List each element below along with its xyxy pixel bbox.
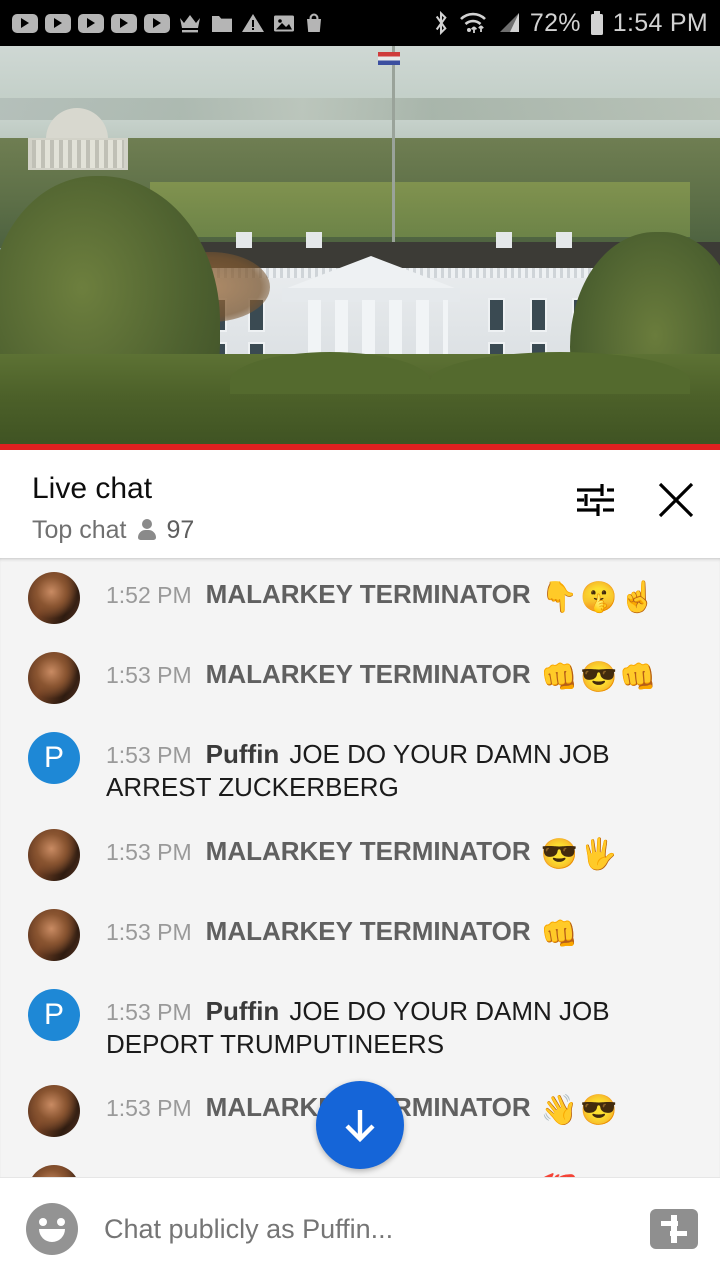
chat-message-row[interactable]: 1:53 PM MALARKEY TERMINATOR 😎🖐️: [0, 815, 720, 895]
youtube-play-icon: [45, 13, 71, 33]
chat-message-row[interactable]: 1:53 PM MALARKEY TERMINATOR 👊: [0, 895, 720, 975]
chat-message-row[interactable]: P 1:53 PM Puffin JOE DO YOUR DAMN JOB ARRES…: [0, 718, 720, 815]
message-timestamp: 1:52 PM: [106, 582, 192, 608]
message-emoji: 👇🤫☝️: [540, 581, 659, 614]
cellular-signal-icon: [499, 13, 519, 32]
message-emoji: 👊😎👊: [540, 661, 659, 694]
message-author[interactable]: Puffin: [206, 739, 280, 769]
chat-message-row[interactable]: P 1:53 PM Puffin JOE DO YOUR DAMN JOB DEPOR…: [0, 975, 720, 1072]
chat-message-row[interactable]: 1:53 PM MALARKEY TERMINATOR 👊😎👊: [0, 638, 720, 718]
chat-subheader: Top chat 97: [32, 516, 570, 545]
battery-icon: [590, 10, 603, 35]
viewer-count-label: 97: [166, 515, 195, 544]
chat-input-bar: [0, 1177, 720, 1280]
video-player[interactable]: [0, 46, 720, 450]
avatar[interactable]: [28, 1165, 80, 1177]
american-flag: [378, 52, 400, 65]
youtube-play-icon: [78, 13, 104, 33]
status-bar: 72% 1:54 PM: [0, 0, 720, 46]
person-icon: [137, 519, 157, 541]
message-timestamp: 1:53 PM: [106, 838, 192, 865]
message-body: 1:53 PM MALARKEY TERMINATOR 👊: [106, 905, 704, 954]
message-timestamp: 1:53 PM: [106, 1095, 192, 1122]
message-emoji: 👊: [540, 917, 581, 951]
message-emoji: 😎🖐️: [540, 837, 620, 871]
message-author[interactable]: MALARKEY TERMINATOR: [206, 659, 531, 689]
image-icon: [274, 15, 294, 31]
scroll-to-bottom-button[interactable]: [316, 1081, 404, 1169]
avatar[interactable]: [28, 572, 80, 624]
message-author[interactable]: MALARKEY TERMINATOR: [206, 836, 531, 866]
message-timestamp: 1:53 PM: [106, 742, 192, 768]
message-timestamp: 1:53 PM: [106, 918, 192, 945]
live-chat-header: Live chat Top chat 97: [0, 450, 720, 558]
chat-header-actions: [570, 476, 700, 524]
avatar[interactable]: [28, 1085, 80, 1138]
emoji-smiley-icon[interactable]: [26, 1203, 78, 1255]
status-bar-clock: 1:54 PM: [612, 8, 708, 37]
status-bar-notification-icons: [12, 12, 325, 34]
shopping-bag-icon: [307, 13, 321, 32]
message-body: 1:53 PMMALARKEY TERMINATOR💯: [106, 1161, 704, 1177]
folder-icon: [212, 15, 232, 32]
message-body: 1:53 PM Puffin JOE DO YOUR DAMN JOB ARREST…: [106, 728, 704, 805]
super-chat-dollar-icon[interactable]: [650, 1209, 698, 1249]
message-timestamp: 1:53 PM: [106, 998, 192, 1025]
flagpole: [392, 46, 395, 256]
wifi-icon: [459, 12, 486, 33]
avatar[interactable]: P: [28, 988, 80, 1041]
message-body: 1:53 PM MALARKEY TERMINATOR 😎🖐️: [106, 825, 704, 874]
status-bar-system-icons: 72% 1:54 PM: [432, 9, 708, 38]
chat-message-row[interactable]: 1:52 PM MALARKEY TERMINATOR 👇🤫☝️: [0, 558, 720, 638]
message-body: 1:53 PM Puffin JOE DO YOUR DAMN JOB DEPORT…: [106, 985, 704, 1062]
app-screen: 72% 1:54 PM Live chat Top chat 97 1:52 P…: [0, 0, 720, 1280]
avatar[interactable]: [28, 652, 80, 704]
close-icon[interactable]: [652, 476, 700, 524]
chat-mode-label[interactable]: Top chat: [32, 516, 127, 545]
message-timestamp: 1:53 PM: [106, 662, 192, 688]
warning-triangle-icon: [242, 14, 264, 32]
avatar-letter: P: [43, 997, 64, 1031]
tune-sliders-icon[interactable]: [570, 476, 618, 524]
south-lawn: [150, 182, 690, 237]
arrow-down-icon: [345, 1110, 375, 1143]
youtube-play-icon: [12, 13, 38, 33]
battery-percent-label: 72%: [529, 8, 581, 37]
chat-header-titles: Live chat Top chat 97: [32, 472, 570, 545]
message-body: 1:52 PM MALARKEY TERMINATOR 👇🤫☝️: [106, 568, 704, 617]
message-body: 1:53 PM MALARKEY TERMINATOR 👊😎👊: [106, 648, 704, 697]
avatar-letter: P: [43, 741, 64, 774]
message-author[interactable]: MALARKEY TERMINATOR: [206, 916, 531, 946]
youtube-play-icon: [111, 13, 137, 33]
bluetooth-icon: [435, 10, 447, 36]
avatar[interactable]: [28, 828, 80, 881]
message-author[interactable]: MALARKEY TERMINATOR: [206, 579, 531, 609]
youtube-play-icon: [144, 13, 170, 33]
chat-input-field[interactable]: [104, 1213, 650, 1245]
avatar[interactable]: P: [28, 732, 80, 784]
message-emoji: 👋😎: [540, 1094, 620, 1128]
page-title: Live chat: [32, 472, 153, 505]
message-author[interactable]: Puffin: [206, 996, 280, 1026]
crown-icon: [180, 15, 200, 33]
message-body: 1:53 PM MALARKEY TERMINATOR 👋😎: [106, 1081, 704, 1130]
jefferson-memorial: [22, 108, 132, 170]
avatar[interactable]: [28, 908, 80, 961]
